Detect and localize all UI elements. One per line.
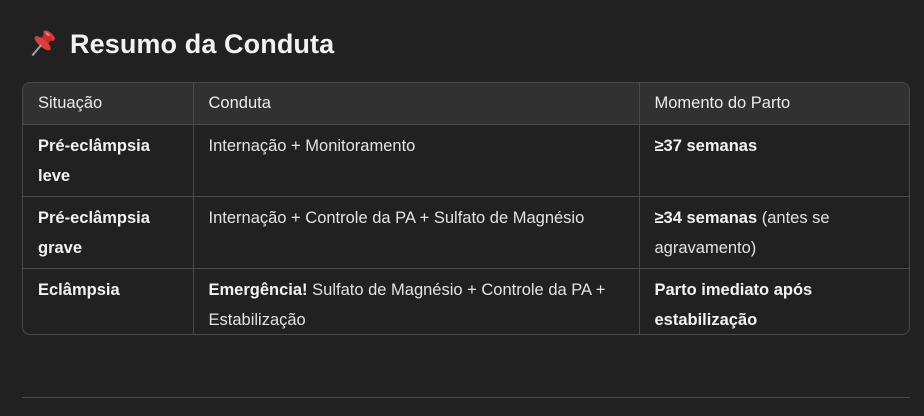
conduct-text: Internação + Controle da PA + Sulfato de… (208, 208, 585, 227)
table-header-row: Situação Conduta Momento do Parto (23, 83, 909, 125)
timing-cell: Parto imediato após estabilização (639, 268, 909, 334)
table-row: Pré-eclâmpsia leve Internação + Monitora… (23, 124, 909, 197)
situation-cell: Eclâmpsia (23, 268, 194, 334)
conduct-cell: Emergência! Sulfato de Magnésio + Contro… (193, 268, 640, 334)
conduct-cell: Internação + Controle da PA + Sulfato de… (193, 196, 640, 269)
table-row: Pré-eclâmpsia grave Internação + Control… (23, 196, 909, 269)
pushpin-icon (31, 30, 55, 57)
divider (22, 397, 910, 398)
column-header-delivery-timing: Momento do Parto (639, 83, 909, 125)
table-row: Eclâmpsia Emergência! Sulfato de Magnési… (23, 268, 909, 334)
timing-emphasis: ≥37 semanas (654, 136, 758, 155)
timing-emphasis: ≥34 semanas (654, 208, 758, 227)
timing-emphasis: Parto imediato após estabilização (654, 280, 813, 329)
summary-table: Situação Conduta Momento do Parto Pré-ec… (22, 82, 910, 335)
column-header-situation: Situação (23, 83, 194, 125)
column-header-conduct: Conduta (193, 83, 640, 125)
section-title: Resumo da Conduta (70, 28, 335, 59)
timing-cell: ≥37 semanas (639, 124, 909, 197)
conduct-text: Internação + Monitoramento (208, 136, 416, 155)
situation-cell: Pré-eclâmpsia leve (23, 124, 194, 197)
situation-cell: Pré-eclâmpsia grave (23, 196, 194, 269)
section-heading: Resumo da Conduta (24, 24, 334, 64)
timing-cell: ≥34 semanas (antes se agravamento) (639, 196, 909, 269)
conduct-emphasis: Emergência! (208, 280, 308, 299)
conduct-cell: Internação + Monitoramento (193, 124, 640, 197)
